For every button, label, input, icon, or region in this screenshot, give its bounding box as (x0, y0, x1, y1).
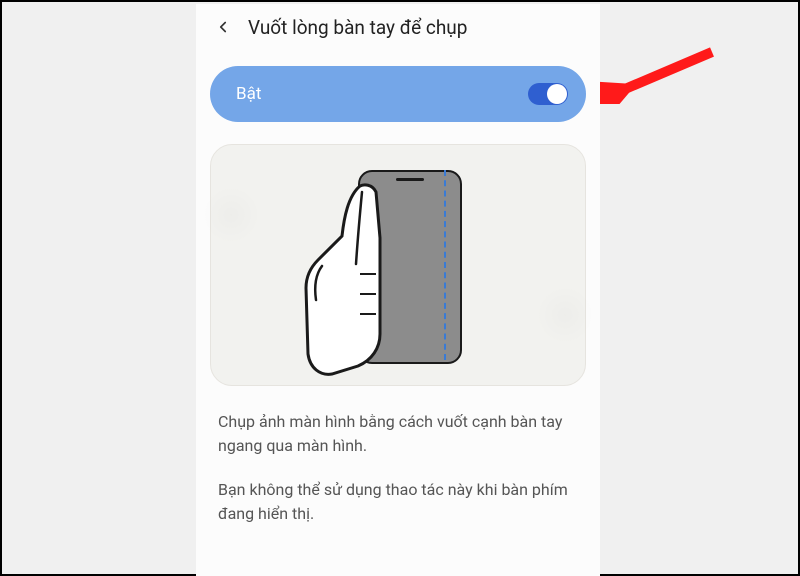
back-button[interactable] (206, 10, 240, 44)
attention-arrow-icon (600, 34, 720, 104)
settings-header: Vuốt lòng bàn tay để chụp (196, 4, 600, 50)
screenshot-frame: Vuốt lòng bàn tay để chụp Bật (0, 0, 800, 576)
hand-icon (302, 178, 422, 378)
switch-thumb (547, 84, 567, 104)
swipe-guide-line (444, 170, 446, 360)
toggle-switch[interactable] (528, 83, 568, 105)
master-toggle-row[interactable]: Bật (210, 66, 586, 122)
toggle-label: Bật (236, 84, 261, 104)
phone-illustration (338, 160, 458, 370)
page-title: Vuốt lòng bàn tay để chụp (248, 16, 467, 39)
gesture-illustration (210, 144, 586, 386)
phone-screen: Vuốt lòng bàn tay để chụp Bật (196, 4, 600, 576)
chevron-left-icon (214, 18, 232, 36)
description-line-1: Chụp ảnh màn hình bằng cách vuốt cạnh bà… (218, 410, 578, 458)
description-block: Chụp ảnh màn hình bằng cách vuốt cạnh bà… (218, 410, 578, 526)
description-line-2: Bạn không thể sử dụng thao tác này khi b… (218, 478, 578, 526)
